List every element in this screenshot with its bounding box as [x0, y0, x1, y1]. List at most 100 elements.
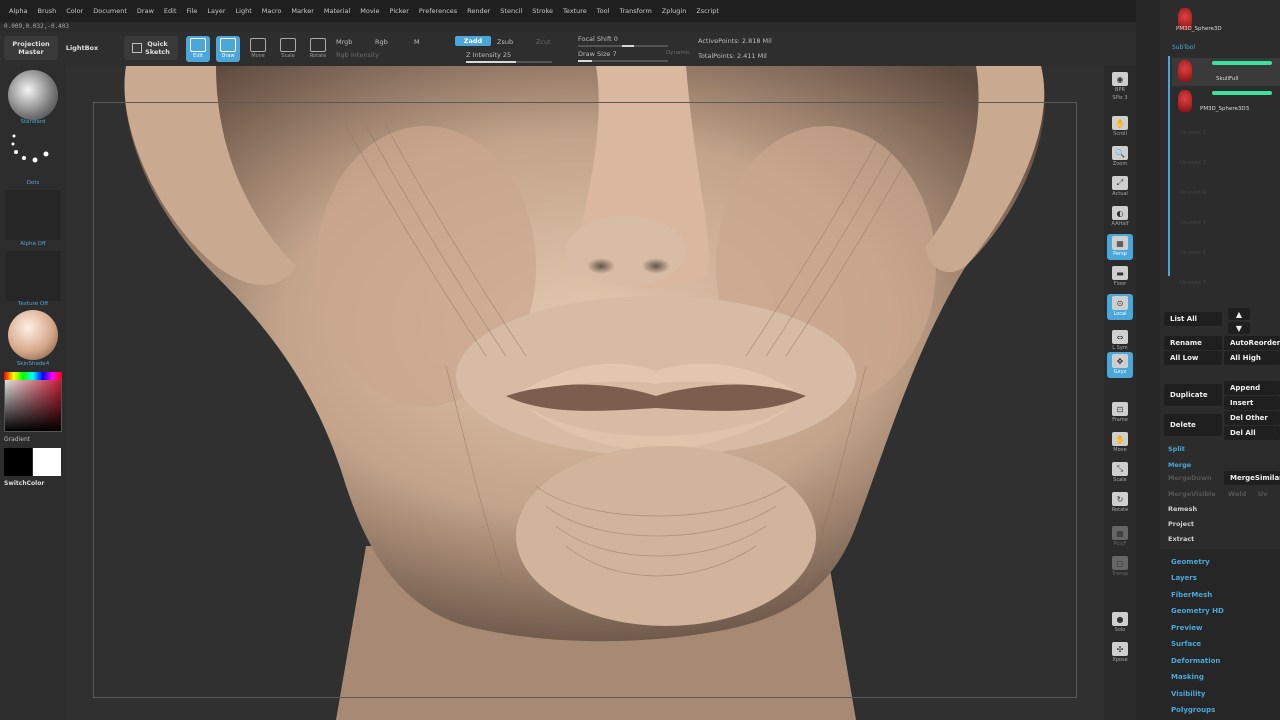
surface-subpalette[interactable]: Surface: [1171, 640, 1201, 648]
all-low-button[interactable]: All Low: [1164, 351, 1222, 365]
list-all-button[interactable]: List All: [1164, 312, 1222, 326]
rgb-intensity-slider[interactable]: Rgb Intensity: [336, 51, 379, 59]
menu-render[interactable]: Render: [462, 7, 495, 15]
menu-layer[interactable]: Layer: [202, 7, 230, 15]
menu-stencil[interactable]: Stencil: [495, 7, 527, 15]
switch-color-button[interactable]: SwitchColor: [4, 480, 44, 487]
merge-visible-button[interactable]: MergeVisible: [1168, 490, 1216, 498]
menu-brush[interactable]: Brush: [32, 7, 61, 15]
mrgb-button[interactable]: Mrgb: [336, 38, 352, 46]
all-high-button[interactable]: All High: [1224, 351, 1280, 365]
project-section[interactable]: Project: [1168, 520, 1194, 528]
visibility-toggle[interactable]: [1212, 61, 1272, 65]
extract-section[interactable]: Extract: [1168, 535, 1194, 543]
persp-button[interactable]: ▦ Persp: [1107, 234, 1133, 260]
zoom-button[interactable]: 🔍 Zoom: [1107, 144, 1133, 170]
preview-subpalette[interactable]: Preview: [1171, 624, 1203, 632]
polygroups-subpalette[interactable]: Polygroups: [1171, 706, 1215, 714]
m-button[interactable]: M: [414, 38, 420, 46]
transp-button[interactable]: ◻ Transp: [1107, 554, 1133, 580]
menu-zplugin[interactable]: Zplugin: [657, 7, 692, 15]
floor-button[interactable]: ▬ Floor: [1107, 264, 1133, 290]
move-down-arrow-icon[interactable]: ▼: [1228, 322, 1250, 334]
menu-macro[interactable]: Macro: [257, 7, 287, 15]
primary-color-swatch[interactable]: [33, 448, 61, 476]
rotate-button[interactable]: Rotate: [306, 36, 330, 62]
bpr-button[interactable]: ◉ BPR: [1107, 70, 1133, 96]
hue-strip[interactable]: [4, 372, 62, 380]
aahalf-button[interactable]: ◐ AAHalf: [1107, 204, 1133, 230]
tray-divider[interactable]: [1136, 0, 1160, 720]
insert-button[interactable]: Insert: [1224, 396, 1280, 410]
visibility-subpalette[interactable]: Visibility: [1171, 690, 1205, 698]
material-thumbnail[interactable]: [8, 310, 58, 360]
draw-button[interactable]: Draw: [216, 36, 240, 62]
xpose-button[interactable]: ✣ Xpose: [1107, 640, 1133, 666]
menu-zscript[interactable]: Zscript: [691, 7, 724, 15]
rotate-button[interactable]: ↻ Rotate: [1107, 490, 1133, 516]
menu-material[interactable]: Material: [319, 7, 355, 15]
move-button[interactable]: Move: [246, 36, 270, 62]
merge-section[interactable]: Merge: [1168, 461, 1191, 469]
frame-button[interactable]: ⊡ Frame: [1107, 400, 1133, 426]
menu-file[interactable]: File: [182, 7, 203, 15]
menu-transform[interactable]: Transform: [614, 7, 656, 15]
zsub-button[interactable]: Zsub: [497, 38, 513, 46]
subtool-item[interactable]: SkullFull: [1172, 58, 1280, 86]
rename-button[interactable]: Rename: [1164, 336, 1222, 350]
top-tool-thumbnail[interactable]: PM3D_Sphere3D: [1172, 6, 1280, 34]
edit-button[interactable]: Edit: [186, 36, 210, 62]
auto-reorder-button[interactable]: AutoReorder: [1224, 336, 1280, 350]
duplicate-button[interactable]: Duplicate: [1164, 384, 1222, 406]
merge-down-button[interactable]: MergeDown: [1168, 474, 1212, 482]
alpha-thumbnail[interactable]: [5, 190, 61, 240]
brush-thumbnail[interactable]: [8, 70, 58, 120]
weld-button[interactable]: Weld: [1228, 490, 1246, 498]
menu-texture[interactable]: Texture: [558, 7, 592, 15]
subtool-scrollbar[interactable]: [1168, 56, 1170, 276]
move-button[interactable]: ✋ Move: [1107, 430, 1133, 456]
zcut-button[interactable]: Zcut: [536, 38, 551, 46]
actual-button[interactable]: ⤢ Actual: [1107, 174, 1133, 200]
xyz-button[interactable]: ✥ Gxyz: [1107, 352, 1133, 378]
del-other-button[interactable]: Del Other: [1224, 411, 1280, 425]
zadd-button[interactable]: Zadd: [455, 36, 491, 46]
menu-draw[interactable]: Draw: [132, 7, 159, 15]
solo-button[interactable]: ● Solo: [1107, 610, 1133, 636]
uv-button[interactable]: Uv: [1258, 490, 1268, 498]
menu-tool[interactable]: Tool: [592, 7, 615, 15]
menu-movie[interactable]: Movie: [355, 7, 384, 15]
canvas-viewport[interactable]: [66, 66, 1104, 720]
fibermesh-subpalette[interactable]: FiberMesh: [1171, 591, 1212, 599]
z-intensity-slider[interactable]: Z Intensity 25: [466, 51, 511, 59]
menu-alpha[interactable]: Alpha: [4, 7, 32, 15]
local-button[interactable]: ⊙ Local: [1107, 294, 1133, 320]
menu-marker[interactable]: Marker: [286, 7, 318, 15]
remesh-section[interactable]: Remesh: [1168, 505, 1197, 513]
scale-button[interactable]: Scale: [276, 36, 300, 62]
rgb-button[interactable]: Rgb: [375, 38, 388, 46]
menu-picker[interactable]: Picker: [385, 7, 414, 15]
del-all-button[interactable]: Del All: [1224, 426, 1280, 440]
deformation-subpalette[interactable]: Deformation: [1171, 657, 1220, 665]
color-picker[interactable]: [4, 372, 62, 432]
scroll-button[interactable]: ✋ Scroll: [1107, 114, 1133, 140]
geometry-hd-subpalette[interactable]: Geometry HD: [1171, 607, 1224, 615]
move-up-arrow-icon[interactable]: ▲: [1228, 308, 1250, 320]
menu-color[interactable]: Color: [61, 7, 88, 15]
menu-light[interactable]: Light: [231, 7, 257, 15]
stroke-thumbnail[interactable]: [8, 130, 58, 180]
projection-master-button[interactable]: Projection Master: [4, 36, 58, 60]
layers-subpalette[interactable]: Layers: [1171, 574, 1197, 582]
focal-shift-slider[interactable]: Focal Shift 0: [578, 35, 618, 43]
subtool-item[interactable]: PM3D_Sphere3D3: [1172, 88, 1280, 116]
merge-similar-button[interactable]: MergeSimilar: [1224, 471, 1280, 485]
dynamic-button[interactable]: Dynamic: [666, 50, 690, 56]
polyf-button[interactable]: ▦ PolyF: [1107, 524, 1133, 550]
masking-subpalette[interactable]: Masking: [1171, 673, 1204, 681]
menu-edit[interactable]: Edit: [159, 7, 182, 15]
lightbox-button[interactable]: LightBox: [62, 36, 102, 60]
menu-preferences[interactable]: Preferences: [414, 7, 462, 15]
secondary-color-swatch[interactable]: [4, 448, 32, 476]
quick-sketch-button[interactable]: Quick Sketch: [124, 36, 178, 60]
